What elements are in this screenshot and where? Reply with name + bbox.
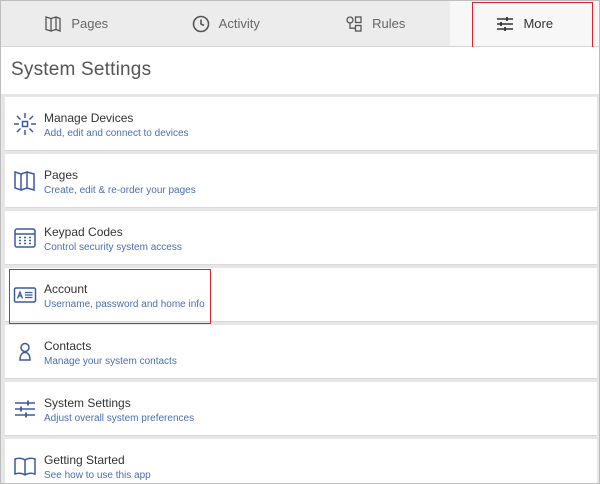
contacts-icon	[19, 342, 31, 361]
tab-rules[interactable]: Rules	[300, 1, 450, 46]
list-item-contacts[interactable]: Contacts Manage your system contacts	[5, 325, 597, 379]
item-subtitle: See how to use this app	[44, 470, 151, 481]
tab-pages[interactable]: Pages	[1, 1, 151, 46]
tab-rules-label: Rules	[372, 16, 406, 31]
item-title: Account	[44, 282, 88, 296]
item-subtitle: Adjust overall system preferences	[44, 413, 195, 424]
tab-more-label: More	[523, 16, 554, 31]
item-subtitle: Add, edit and connect to devices	[44, 128, 189, 139]
page-title: System Settings	[11, 59, 152, 80]
list-item-getting-started[interactable]: Getting Started See how to use this app	[5, 439, 597, 483]
book-icon	[14, 457, 36, 476]
list-item-manage-devices[interactable]: Manage Devices Add, edit and connect to …	[5, 97, 597, 151]
page-header: System Settings	[1, 47, 599, 93]
rules-icon	[346, 15, 362, 32]
item-subtitle: Control security system access	[44, 242, 182, 253]
settings-list: Manage Devices Add, edit and connect to …	[1, 94, 599, 483]
tab-activity[interactable]: Activity	[151, 1, 301, 46]
tab-more[interactable]: More	[449, 1, 599, 46]
sliders-icon	[15, 400, 35, 418]
tab-pages-label: Pages	[71, 16, 109, 31]
pages-icon	[14, 170, 35, 192]
item-subtitle: Manage your system contacts	[44, 356, 177, 367]
keypad-icon	[14, 228, 36, 248]
tab-activity-label: Activity	[218, 16, 260, 31]
sliders-icon	[497, 16, 514, 31]
item-title: Pages	[44, 168, 79, 182]
item-title: Manage Devices	[44, 111, 134, 125]
pages-icon	[45, 15, 61, 32]
top-tab-bar: Pages Activity Rules More	[1, 1, 599, 47]
app-window: Pages Activity Rules More System Setting…	[0, 0, 600, 484]
item-subtitle: Create, edit & re-order your pages	[44, 185, 196, 196]
item-subtitle: Username, password and home info	[44, 299, 205, 310]
devices-icon	[14, 113, 36, 135]
item-title: System Settings	[44, 396, 131, 410]
list-item-system-settings[interactable]: System Settings Adjust overall system pr…	[5, 382, 597, 436]
account-card-icon	[13, 287, 37, 303]
list-item-pages[interactable]: Pages Create, edit & re-order your pages	[5, 154, 597, 208]
list-item-account[interactable]: Account Username, password and home info	[5, 268, 597, 322]
clock-icon	[192, 15, 209, 32]
item-title: Keypad Codes	[44, 225, 123, 239]
item-title: Getting Started	[44, 453, 125, 467]
item-title: Contacts	[44, 339, 92, 353]
list-item-keypad-codes[interactable]: Keypad Codes Control security system acc…	[5, 211, 597, 265]
